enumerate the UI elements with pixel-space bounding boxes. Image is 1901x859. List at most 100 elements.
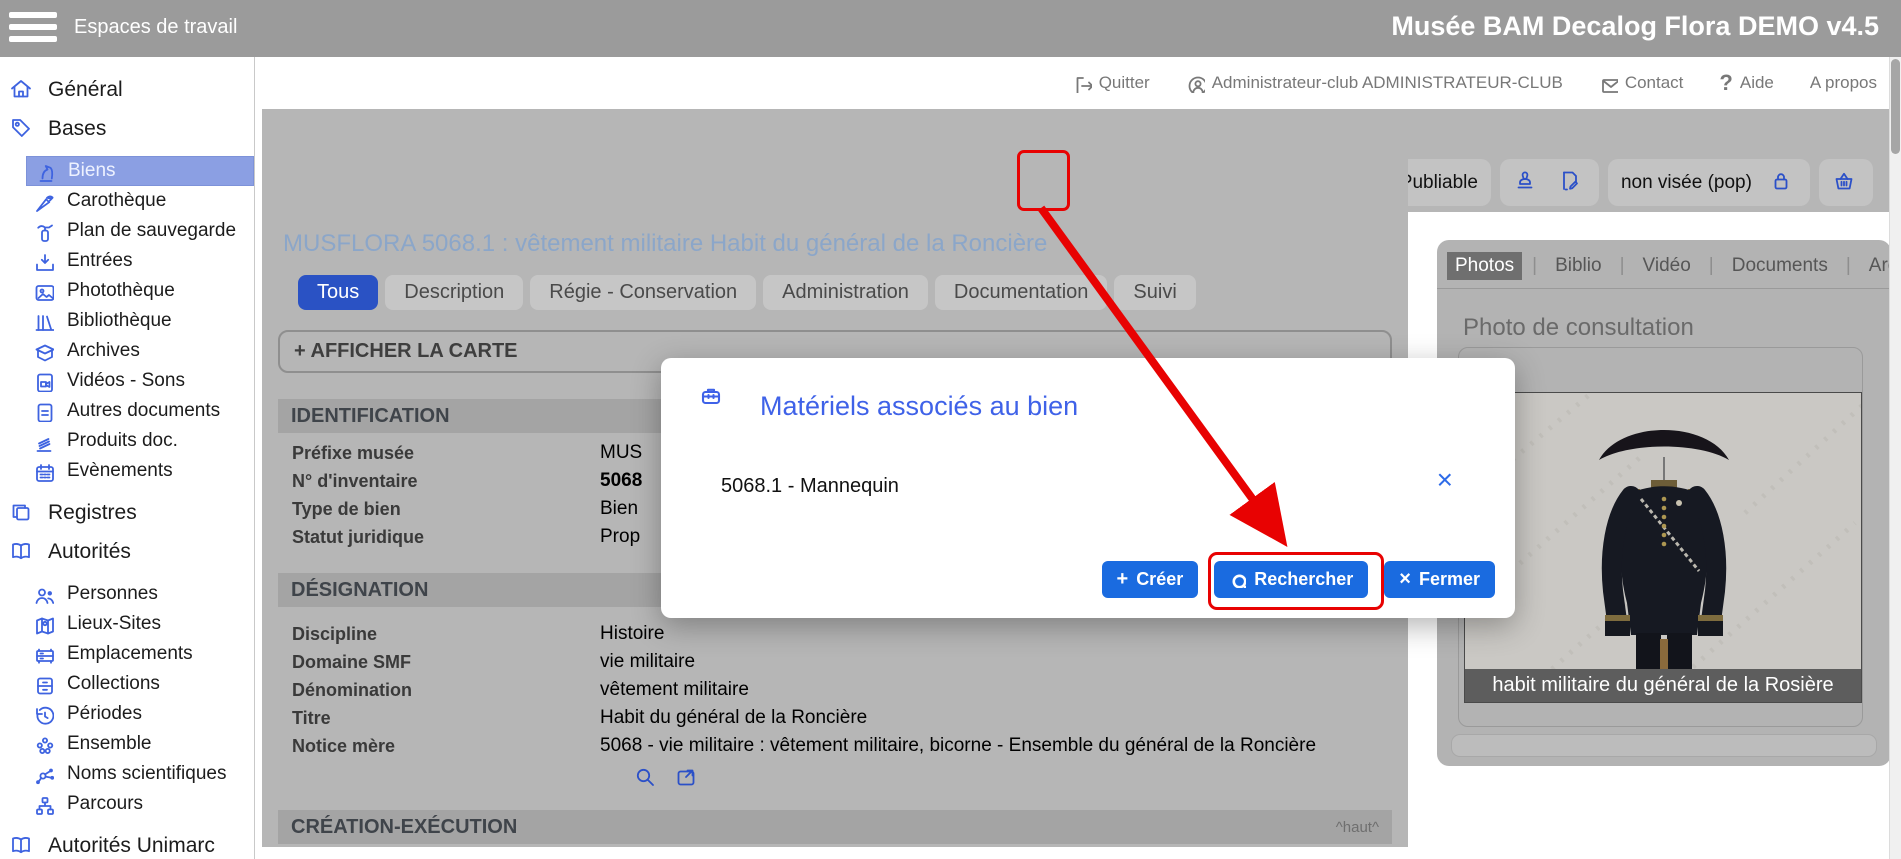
books-icon (33, 311, 54, 332)
search-icon (1229, 571, 1246, 588)
close-button[interactable]: × Fermer (1384, 561, 1495, 598)
tab-suivi[interactable]: Suivi (1114, 275, 1195, 310)
sidebar-item-evenements[interactable]: Evènements (26, 456, 254, 486)
map-icon (33, 614, 54, 635)
tab-biblio[interactable]: Biblio (1547, 252, 1609, 280)
field-row: Notice mère 5068 - vie militaire : vêtem… (292, 734, 1316, 758)
sidebar-item-parcours[interactable]: Parcours (26, 789, 254, 819)
user-icon (1186, 74, 1205, 93)
sidebar-item-archives[interactable]: Archives (26, 336, 254, 366)
search-button[interactable]: Rechercher (1214, 561, 1368, 598)
stack-icon (33, 431, 54, 452)
record-title: MUSFLORA 5068.1 : vêtement militaire Hab… (283, 230, 1047, 258)
stamp-icon[interactable] (1513, 169, 1541, 197)
sidebar-item-autorites-unimarc[interactable]: Autorités Unimarc (0, 826, 254, 859)
materials-modal: Matériels associés au bien 5068.1 - Mann… (661, 358, 1515, 618)
open-record-icon[interactable] (674, 765, 701, 792)
chess-knight-icon (34, 161, 55, 182)
field-row: Discipline Histoire (292, 622, 664, 646)
application-window: Espaces de travail Musée BAM Decalog Flo… (0, 0, 1901, 859)
contact-link[interactable]: Contact (1599, 73, 1684, 93)
sidebar-item-bibliotheque[interactable]: Bibliothèque (26, 306, 254, 336)
tab-divider: | (1846, 255, 1851, 277)
photo-frame[interactable]: habit militaire du général de la Rosière (1464, 392, 1862, 703)
sidebar-item-noms-scientifiques[interactable]: Noms scientifiques (26, 759, 254, 789)
tab-documentation[interactable]: Documentation (935, 275, 1108, 310)
sidebar-item-autres-documents[interactable]: Autres documents (26, 396, 254, 426)
history-icon (33, 704, 54, 725)
sidebar-item-produits-doc[interactable]: Produits doc. (26, 426, 254, 456)
image-icon (33, 281, 54, 302)
field-row: Préfixe musée MUS (292, 441, 642, 465)
modal-buttons: + Créer Rechercher × Fermer (1102, 561, 1496, 598)
sidebar-item-ensemble[interactable]: Ensemble (26, 729, 254, 759)
tab-video[interactable]: Vidéo (1635, 252, 1699, 280)
visa-pill: non visée (pop) (1608, 159, 1810, 206)
remove-item-icon[interactable]: × (1437, 464, 1453, 496)
material-list-item[interactable]: 5068.1 - Mannequin (721, 475, 899, 498)
toolbar-group-validation (1500, 159, 1599, 206)
notice-mere-actions (633, 765, 701, 792)
sidebar-item-registres[interactable]: Registres (0, 493, 254, 532)
help-link[interactable]: ? Aide (1719, 70, 1773, 96)
sidebar-item-emplacements[interactable]: Emplacements (26, 639, 254, 669)
tab-description[interactable]: Description (385, 275, 523, 310)
video-document-icon (33, 371, 54, 392)
drawers-icon (33, 674, 54, 695)
sidebar-item-bases[interactable]: Bases (0, 109, 254, 148)
sidebar-item-entrees[interactable]: Entrées (26, 246, 254, 276)
menu-icon[interactable] (9, 12, 57, 45)
quit-link[interactable]: Quitter (1073, 73, 1150, 93)
mail-icon (1599, 74, 1618, 93)
header-links-bar: Quitter Administrateur-club ADMINISTRATE… (256, 57, 1889, 109)
user-account-link[interactable]: Administrateur-club ADMINISTRATEUR-CLUB (1186, 73, 1563, 93)
empty-media-strip (1451, 734, 1877, 757)
field-row: Domaine SMF vie militaire (292, 650, 695, 674)
sign-document-icon[interactable] (1558, 169, 1586, 197)
tab-divider: | (1709, 255, 1714, 277)
tab-documents[interactable]: Documents (1724, 252, 1836, 280)
basket-icon[interactable] (1832, 169, 1860, 197)
sidebar-item-personnes[interactable]: Personnes (26, 579, 254, 609)
modal-title: Matériels associés au bien (760, 391, 1078, 422)
sidebar-item-videos-sons[interactable]: Vidéos - Sons (26, 366, 254, 396)
sidebar-item-lieux-sites[interactable]: Lieux-Sites (26, 609, 254, 639)
calendar-icon (33, 461, 54, 482)
about-link[interactable]: A propos (1810, 73, 1877, 93)
cluster-icon (33, 734, 54, 755)
sidebar-item-collections[interactable]: Collections (26, 669, 254, 699)
create-button[interactable]: + Créer (1102, 561, 1199, 598)
user-label: Administrateur-club ADMINISTRATEUR-CLUB (1212, 73, 1563, 93)
field-row: Dénomination vêtement militaire (292, 678, 749, 702)
sidebar: Général Bases Biens Carothèque Plan de s… (0, 57, 255, 859)
help-label: Aide (1740, 73, 1774, 93)
sidebar-item-periodes[interactable]: Périodes (26, 699, 254, 729)
search-icon[interactable] (633, 765, 660, 792)
workspace-label[interactable]: Espaces de travail (74, 16, 237, 39)
tab-administration[interactable]: Administration (763, 275, 928, 310)
tab-tous[interactable]: Tous (298, 275, 378, 310)
sidebar-item-plan-sauvegarde[interactable]: Plan de sauvegarde (26, 216, 254, 246)
divider-line (1437, 288, 1891, 289)
scrollbar-thumb[interactable] (1891, 59, 1900, 154)
tab-photos[interactable]: Photos (1447, 252, 1522, 280)
exit-icon (1073, 74, 1092, 93)
lock-icon[interactable] (1769, 169, 1797, 197)
sidebar-item-autorites[interactable]: Autorités (0, 532, 254, 571)
top-anchor-link[interactable]: ^haut^ (1336, 819, 1379, 836)
about-label: A propos (1810, 73, 1877, 93)
field-row: Statut juridique Prop (292, 525, 640, 549)
sidebar-item-general[interactable]: Général (0, 70, 254, 109)
page-scrollbar[interactable] (1889, 57, 1901, 859)
sidebar-item-biens[interactable]: Biens (26, 156, 254, 186)
inbox-down-icon (33, 251, 54, 272)
sidebar-item-carotheque[interactable]: Carothèque (26, 186, 254, 216)
tab-regie-conservation[interactable]: Régie - Conservation (530, 275, 756, 310)
briefcase-icon (699, 384, 743, 428)
open-box-icon (33, 341, 54, 362)
open-book-icon (9, 833, 35, 859)
home-icon (9, 77, 35, 103)
app-title: Musée BAM Decalog Flora DEMO v4.5 (1391, 11, 1879, 42)
quit-label: Quitter (1099, 73, 1150, 93)
sidebar-item-phototheque[interactable]: Photothèque (26, 276, 254, 306)
